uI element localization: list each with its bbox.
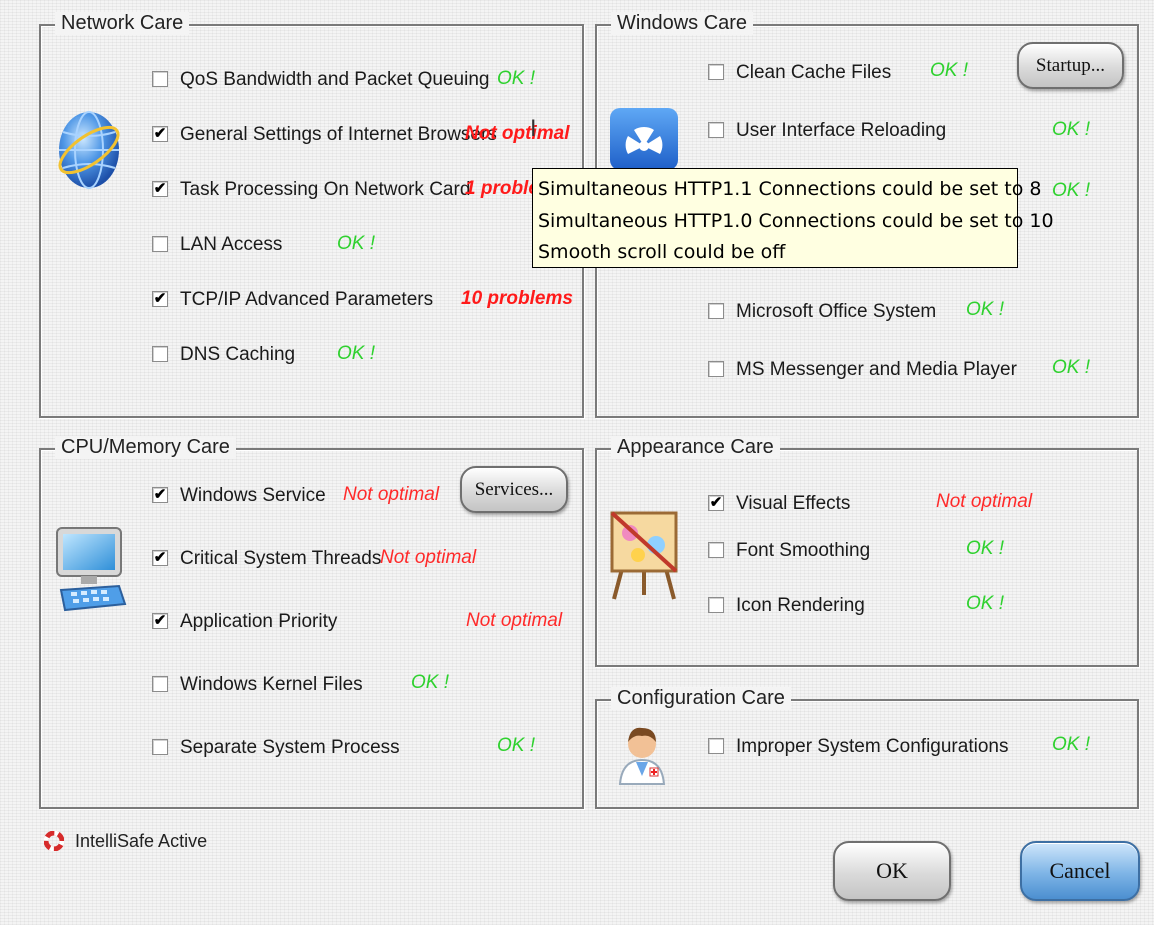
hidden-item-status: OK ! (1052, 180, 1091, 201)
icon-rendering-status: OK ! (966, 593, 1005, 614)
startup-button[interactable]: Startup... (1017, 42, 1124, 89)
network-item-browsers: ✔ General Settings of Internet Browsers (152, 122, 497, 148)
ui-reloading-label: User Interface Reloading (736, 120, 947, 141)
dns-checkbox[interactable] (152, 346, 168, 362)
cpu-item-separate-process: Separate System Process (152, 735, 400, 761)
browsers-label: General Settings of Internet Browsers (180, 124, 497, 145)
improper-configs-label: Improper System Configurations (736, 736, 1009, 757)
tooltip-line-1: Simultaneous HTTP1.1 Connections could b… (538, 178, 1042, 200)
separate-process-checkbox[interactable] (152, 739, 168, 755)
lan-checkbox[interactable] (152, 236, 168, 252)
windows-service-checkbox[interactable]: ✔ (152, 487, 168, 503)
windows-item-office: Microsoft Office System (708, 299, 936, 325)
dns-status: OK ! (337, 343, 376, 364)
tcpip-label: TCP/IP Advanced Parameters (180, 289, 434, 310)
office-status: OK ! (966, 299, 1005, 320)
messenger-checkbox[interactable] (708, 361, 724, 377)
browsers-checkbox[interactable]: ✔ (152, 126, 168, 142)
doctor-icon (614, 720, 670, 786)
appearance-item-font-smoothing: Font Smoothing (708, 538, 878, 564)
appearance-item-icon-rendering: Icon Rendering (708, 593, 878, 619)
ui-reloading-status: OK ! (1052, 119, 1091, 140)
critical-threads-label: Critical System Threads (180, 548, 382, 569)
task-processing-checkbox[interactable]: ✔ (152, 181, 168, 197)
cpu-item-app-priority: ✔ Application Priority (152, 609, 337, 635)
dns-label: DNS Caching (180, 344, 296, 365)
icon-rendering-checkbox[interactable] (708, 597, 724, 613)
clean-cache-status: OK ! (930, 60, 969, 81)
ui-reloading-checkbox[interactable] (708, 122, 724, 138)
text-cursor-icon: I (530, 117, 537, 142)
windows-service-status: Not optimal (343, 484, 440, 505)
app-priority-label: Application Priority (180, 611, 338, 632)
ok-button[interactable]: OK (833, 841, 951, 901)
tooltip-line-2: Simultaneous HTTP1.0 Connections could b… (538, 209, 1054, 232)
critical-threads-status: Not optimal (380, 547, 477, 568)
kernel-files-label: Windows Kernel Files (180, 674, 363, 695)
clean-cache-checkbox[interactable] (708, 64, 724, 80)
network-item-qos: QoS Bandwidth and Packet Queuing (152, 67, 489, 93)
clean-cache-label: Clean Cache Files (736, 62, 892, 83)
improper-configs-checkbox[interactable] (708, 738, 724, 754)
qos-label: QoS Bandwidth and Packet Queuing (180, 69, 490, 90)
tcpip-checkbox[interactable]: ✔ (152, 291, 168, 307)
tooltip-line-3: Smooth scroll could be off (538, 241, 786, 263)
network-item-lan: LAN Access (152, 232, 302, 258)
tcpip-status: 10 problems (461, 288, 573, 309)
lan-label: LAN Access (180, 234, 283, 255)
lan-status: OK ! (337, 233, 376, 254)
font-smoothing-checkbox[interactable] (708, 542, 724, 558)
cpu-item-critical-threads: ✔ Critical System Threads (152, 546, 381, 572)
cpu-memory-care-title: CPU/Memory Care (55, 436, 236, 459)
network-item-tcpip: ✔ TCP/IP Advanced Parameters (152, 287, 433, 313)
office-label: Microsoft Office System (736, 301, 937, 322)
windows-item-clean-cache: Clean Cache Files (708, 60, 892, 86)
network-item-dns: DNS Caching (152, 342, 302, 368)
separate-process-label: Separate System Process (180, 737, 400, 758)
font-smoothing-status: OK ! (966, 538, 1005, 559)
messenger-status: OK ! (1052, 357, 1091, 378)
separate-process-status: OK ! (497, 735, 536, 756)
qos-checkbox[interactable] (152, 71, 168, 87)
windows-item-ui-reloading: User Interface Reloading (708, 118, 946, 144)
qos-status: OK ! (497, 68, 536, 89)
cpu-item-windows-service: ✔ Windows Service (152, 483, 326, 509)
windows-radiation-icon (608, 106, 680, 170)
painting-easel-icon (608, 509, 680, 601)
messenger-label: MS Messenger and Media Player (736, 359, 1017, 380)
task-processing-label: Task Processing On Network Card (180, 179, 471, 200)
computer-icon (51, 524, 129, 616)
network-care-title: Network Care (55, 12, 190, 35)
intellisafe-label: IntelliSafe Active (75, 831, 208, 851)
problem-details-tooltip: Simultaneous HTTP1.1 Connections could b… (532, 168, 1054, 268)
kernel-files-status: OK ! (411, 672, 450, 693)
office-checkbox[interactable] (708, 303, 724, 319)
icon-rendering-label: Icon Rendering (736, 595, 865, 616)
windows-service-label: Windows Service (180, 485, 326, 506)
appearance-care-title: Appearance Care (611, 436, 780, 459)
font-smoothing-label: Font Smoothing (736, 540, 871, 561)
visual-effects-status: Not optimal (936, 491, 1033, 512)
visual-effects-checkbox[interactable]: ✔ (708, 495, 724, 511)
network-item-task-processing: ✔ Task Processing On Network Card (152, 177, 470, 203)
improper-configs-status: OK ! (1052, 734, 1091, 755)
browsers-status[interactable]: Not optimal (465, 123, 570, 145)
critical-threads-checkbox[interactable]: ✔ (152, 550, 168, 566)
app-priority-status: Not optimal (466, 610, 563, 631)
cancel-button[interactable]: Cancel (1020, 841, 1140, 901)
task-processing-status: 1 proble (465, 178, 539, 199)
internet-explorer-globe-icon (53, 106, 125, 192)
appearance-item-visual-effects: ✔ Visual Effects (708, 491, 858, 517)
configuration-care-title: Configuration Care (611, 687, 791, 710)
visual-effects-label: Visual Effects (736, 493, 851, 514)
app-priority-checkbox[interactable]: ✔ (152, 613, 168, 629)
cpu-item-kernel-files: Windows Kernel Files (152, 672, 363, 698)
kernel-files-checkbox[interactable] (152, 676, 168, 692)
services-button[interactable]: Services... (460, 466, 568, 513)
lifebuoy-icon (43, 830, 65, 852)
config-item-improper-configs: Improper System Configurations (708, 734, 1008, 760)
windows-item-messenger: MS Messenger and Media Player (708, 357, 1017, 383)
windows-care-title: Windows Care (611, 12, 754, 35)
